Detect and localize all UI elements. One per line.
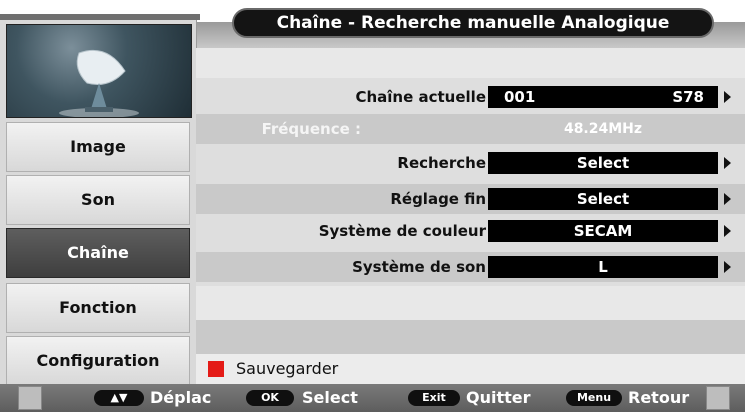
chevron-right-icon[interactable] <box>724 193 731 205</box>
corner-left <box>18 386 42 410</box>
empty-row <box>196 286 745 320</box>
page-title: Chaîne - Recherche manuelle Analogique <box>232 8 714 38</box>
bottom-hint-bar: ▲▼ Déplac OK Select Exit Quitter Menu Re… <box>0 384 745 412</box>
fine-tune-value[interactable]: Select <box>488 188 718 210</box>
search-value[interactable]: Select <box>488 152 718 174</box>
current-channel-value[interactable]: 001 S78 <box>488 86 718 108</box>
channel-number: 001 <box>504 88 536 106</box>
chevron-right-icon[interactable] <box>724 157 731 169</box>
sidebar-top-edge <box>0 14 200 20</box>
save-row[interactable]: Sauvegarder <box>196 354 745 384</box>
sound-system-label: Système de son <box>352 258 486 276</box>
empty-row <box>196 320 745 354</box>
corner-right <box>706 386 730 410</box>
frequency-row: Fréquence : 48.24MHz <box>196 114 745 144</box>
frequency-value: 48.24MHz <box>563 121 643 137</box>
color-system-label: Système de couleur <box>318 222 486 240</box>
current-channel-label: Chaîne actuelle <box>355 88 486 106</box>
sidebar-item-fonction[interactable]: Fonction <box>6 283 190 333</box>
chevron-right-icon[interactable] <box>724 261 731 273</box>
sound-system-row[interactable]: Système de son L <box>196 252 745 282</box>
save-red-key-icon <box>208 361 224 377</box>
channel-code: S78 <box>672 88 704 106</box>
save-label: Sauvegarder <box>236 359 339 378</box>
sidebar-item-configuration[interactable]: Configuration <box>6 336 190 386</box>
hint-quit: Quitter <box>466 388 531 407</box>
hint-select: Select <box>302 388 358 407</box>
arrows-key-icon: ▲▼ <box>94 390 144 406</box>
hint-move: Déplac <box>150 388 212 407</box>
exit-key-icon: Exit <box>408 390 460 406</box>
search-label: Recherche <box>397 154 486 172</box>
satellite-dish-icon <box>6 24 192 118</box>
sidebar-item-image[interactable]: Image <box>6 122 190 172</box>
chevron-right-icon[interactable] <box>724 91 731 103</box>
hint-back: Retour <box>628 388 690 407</box>
search-row[interactable]: Recherche Select <box>196 148 745 178</box>
color-system-row[interactable]: Système de couleur SECAM <box>196 216 745 246</box>
spacer-row <box>196 48 745 78</box>
fine-tune-row[interactable]: Réglage fin Select <box>196 184 745 214</box>
sidebar-item-chaine[interactable]: Chaîne <box>6 228 190 278</box>
current-channel-row[interactable]: Chaîne actuelle 001 S78 <box>196 82 745 112</box>
menu-key-icon: Menu <box>566 390 622 406</box>
frequency-label: Fréquence : <box>261 120 361 138</box>
ok-key-icon: OK <box>246 390 294 406</box>
sound-system-value[interactable]: L <box>488 256 718 278</box>
chevron-right-icon[interactable] <box>724 225 731 237</box>
fine-tune-label: Réglage fin <box>390 190 486 208</box>
sidebar-item-son[interactable]: Son <box>6 175 190 225</box>
color-system-value[interactable]: SECAM <box>488 220 718 242</box>
